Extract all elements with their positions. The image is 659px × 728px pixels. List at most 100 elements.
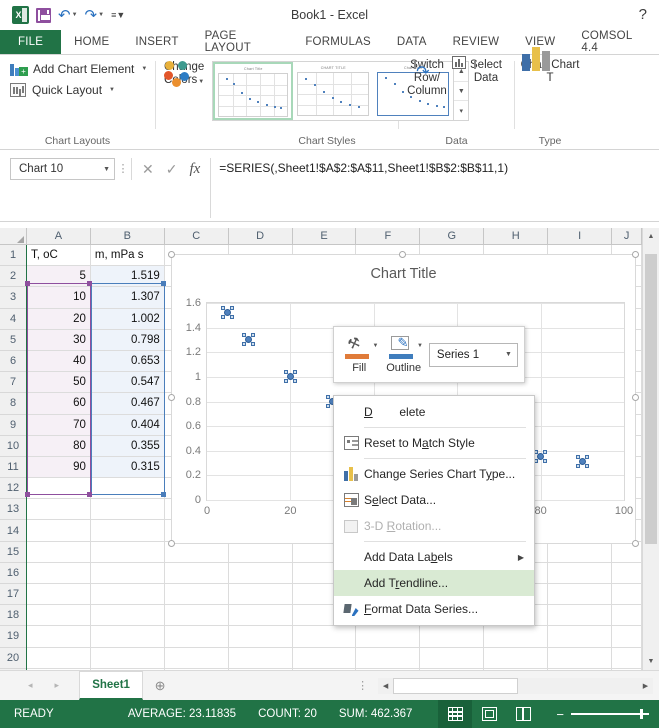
row-header-20[interactable]: 20 — [0, 648, 26, 669]
prev-sheet-icon[interactable]: ◂ — [28, 680, 33, 691]
scroll-up-icon[interactable]: ▲ — [643, 228, 659, 245]
cell-A13[interactable] — [27, 499, 91, 520]
fill-button[interactable]: ⚒ ▼ Fill — [340, 335, 378, 374]
save-icon[interactable] — [36, 8, 51, 23]
undo-icon[interactable]: ↶▼ — [58, 8, 78, 23]
cell-I16[interactable] — [548, 563, 612, 584]
select-all-corner[interactable] — [0, 228, 27, 244]
selection-handle[interactable] — [25, 281, 30, 286]
row-header-18[interactable]: 18 — [0, 605, 26, 626]
menu-item-delete[interactable]: DDeleteelete — [334, 399, 534, 425]
chart-resize-handle[interactable] — [399, 251, 406, 258]
scroll-right-icon[interactable]: ▶ — [638, 678, 653, 694]
row-header-11[interactable]: 11 — [0, 457, 26, 478]
row-header-17[interactable]: 17 — [0, 584, 26, 605]
vertical-scrollbar[interactable]: ▲ ▼ — [642, 228, 659, 670]
row-header-9[interactable]: 9 — [0, 415, 26, 436]
switch-row-column-button[interactable]: ↷ Switch Row/ Column — [400, 59, 455, 98]
cell-B2[interactable]: 1.519 — [91, 266, 165, 287]
cell-J17[interactable] — [612, 584, 642, 605]
chart-data-point[interactable] — [579, 458, 586, 465]
cell-A8[interactable]: 60 — [27, 393, 91, 414]
enter-formula-icon[interactable]: ✓ — [166, 161, 178, 178]
name-box[interactable]: Chart 10 ▼ — [10, 158, 115, 180]
next-sheet-icon[interactable]: ▸ — [55, 680, 60, 691]
cell-A9[interactable]: 70 — [27, 415, 91, 436]
customize-qat-icon[interactable]: ≡▼ — [111, 10, 125, 20]
status-sum[interactable]: SUM: 462.367 — [339, 708, 413, 720]
row-header-12[interactable]: 12 — [0, 478, 26, 499]
cell-J16[interactable] — [612, 563, 642, 584]
chart-style-thumb-1[interactable]: Chart Title — [213, 62, 293, 120]
normal-view-button[interactable] — [438, 700, 472, 728]
cell-B19[interactable] — [91, 626, 165, 647]
cell-J20[interactable] — [612, 648, 642, 669]
row-header-4[interactable]: 4 — [0, 309, 26, 330]
menu-item-select-data[interactable]: Select Data... — [334, 487, 534, 513]
cell-B20[interactable] — [91, 648, 165, 669]
cell-I20[interactable] — [548, 648, 612, 669]
menu-item-format-data-series[interactable]: Format Data Series... — [334, 596, 534, 622]
cell-B8[interactable]: 0.467 — [91, 393, 165, 414]
chevron-down-icon[interactable]: ▼ — [505, 351, 512, 358]
cell-A4[interactable]: 20 — [27, 309, 91, 330]
cell-I15[interactable] — [548, 542, 612, 563]
zoom-slider[interactable] — [571, 713, 649, 715]
row-header-16[interactable]: 16 — [0, 563, 26, 584]
cell-B13[interactable] — [91, 499, 165, 520]
cell-G19[interactable] — [420, 626, 484, 647]
cell-A11[interactable]: 90 — [27, 457, 91, 478]
selection-handle[interactable] — [25, 492, 30, 497]
tab-formulas[interactable]: FORMULAS — [292, 30, 384, 54]
cell-A16[interactable] — [27, 563, 91, 584]
cell-B5[interactable]: 0.798 — [91, 330, 165, 351]
add-sheet-icon[interactable]: ⊕ — [143, 678, 177, 694]
cell-B12[interactable] — [91, 478, 165, 499]
cell-B6[interactable]: 0.653 — [91, 351, 165, 372]
cell-A5[interactable]: 30 — [27, 330, 91, 351]
chart-resize-handle[interactable] — [632, 394, 639, 401]
column-header-e[interactable]: E — [293, 228, 357, 244]
row-header-14[interactable]: 14 — [0, 520, 26, 541]
cell-A17[interactable] — [27, 584, 91, 605]
cell-A1[interactable]: T, oC — [27, 245, 91, 266]
cell-A18[interactable] — [27, 605, 91, 626]
cell-A7[interactable]: 50 — [27, 372, 91, 393]
column-header-a[interactable]: A — [27, 228, 91, 244]
cell-F19[interactable] — [356, 626, 420, 647]
cell-B4[interactable]: 1.002 — [91, 309, 165, 330]
cell-A20[interactable] — [27, 648, 91, 669]
cell-I17[interactable] — [548, 584, 612, 605]
change-chart-type-button[interactable]: Chan Chart T — [519, 59, 581, 85]
row-header-19[interactable]: 19 — [0, 626, 26, 647]
redo-icon[interactable]: ↷▼ — [85, 8, 105, 23]
cancel-formula-icon[interactable]: ✕ — [142, 161, 154, 178]
cell-E19[interactable] — [293, 626, 357, 647]
scroll-down-icon[interactable]: ▼ — [643, 653, 659, 670]
row-header-8[interactable]: 8 — [0, 393, 26, 414]
chart-data-point[interactable] — [245, 336, 252, 343]
cell-A6[interactable]: 40 — [27, 351, 91, 372]
cell-B17[interactable] — [91, 584, 165, 605]
chart-data-point[interactable] — [537, 453, 544, 460]
tab-review[interactable]: REVIEW — [440, 30, 513, 54]
row-header-15[interactable]: 15 — [0, 542, 26, 563]
zoom-out-button[interactable]: − — [556, 708, 564, 721]
cell-I19[interactable] — [548, 626, 612, 647]
cell-A14[interactable] — [27, 520, 91, 541]
row-header-13[interactable]: 13 — [0, 499, 26, 520]
row-header-7[interactable]: 7 — [0, 372, 26, 393]
cell-C16[interactable] — [165, 563, 229, 584]
cell-B7[interactable]: 0.547 — [91, 372, 165, 393]
cell-D17[interactable] — [229, 584, 293, 605]
row-header-1[interactable]: 1 — [0, 245, 26, 266]
row-header-2[interactable]: 2 — [0, 266, 26, 287]
tab-view[interactable]: VIEW — [512, 30, 568, 54]
row-header-10[interactable]: 10 — [0, 436, 26, 457]
selection-handle[interactable] — [87, 281, 92, 286]
cell-G20[interactable] — [420, 648, 484, 669]
add-chart-element-button[interactable]: + Add Chart Element ▼ — [10, 61, 147, 76]
vertical-scrollbar-thumb[interactable] — [645, 254, 657, 544]
cell-D15[interactable] — [229, 542, 293, 563]
help-icon[interactable]: ? — [639, 6, 647, 23]
